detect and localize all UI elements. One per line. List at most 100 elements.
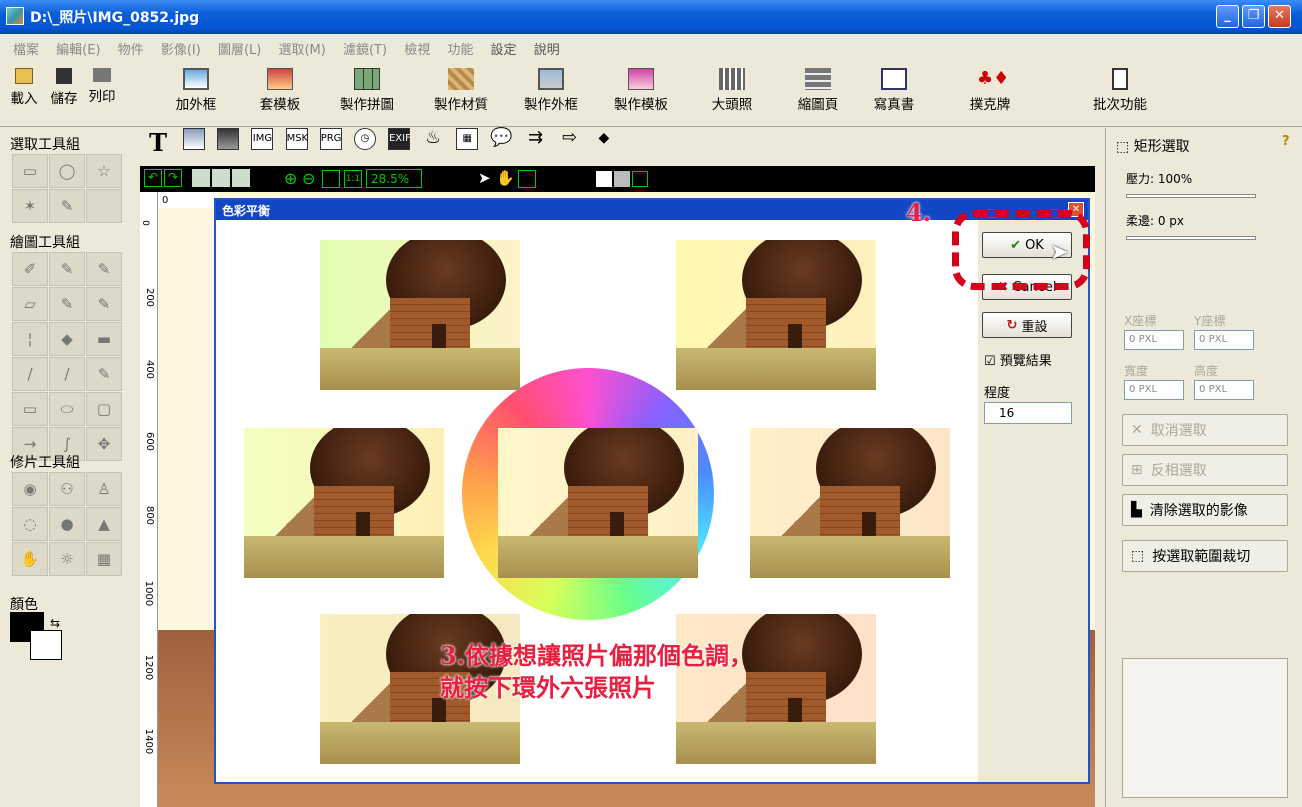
menu-function[interactable]: 功能 bbox=[447, 39, 473, 58]
menu-layer[interactable]: 圖層(L) bbox=[218, 39, 261, 58]
cake-icon[interactable]: ♨ bbox=[422, 128, 444, 150]
paste-icon[interactable] bbox=[232, 169, 250, 187]
degree-input[interactable]: 16 bbox=[984, 402, 1072, 424]
menu-help[interactable]: 說明 bbox=[534, 39, 560, 58]
id-photo-button[interactable]: 大頭照 bbox=[704, 68, 760, 113]
freehand-select-tool[interactable]: ✎ bbox=[49, 189, 85, 223]
pencil-tool[interactable]: / bbox=[12, 357, 48, 391]
img-icon[interactable]: IMG bbox=[251, 128, 274, 150]
smudge-tool[interactable]: ✎ bbox=[49, 287, 85, 321]
clock-icon[interactable]: ◷ bbox=[353, 128, 376, 150]
layer-icon[interactable] bbox=[217, 128, 240, 150]
poker-button[interactable]: ♣♦ 撲克牌 bbox=[960, 68, 1020, 113]
clear-selection-button[interactable]: ▙ 清除選取的影像 bbox=[1122, 494, 1288, 526]
prg-icon[interactable]: PRG bbox=[319, 128, 342, 150]
hand-icon[interactable]: ✋ bbox=[496, 169, 515, 187]
menu-settings[interactable]: 設定 bbox=[491, 39, 517, 58]
calendar-icon[interactable]: ▦ bbox=[456, 128, 479, 150]
arrow-shape-icon[interactable]: ⇨ bbox=[559, 128, 581, 150]
menu-object[interactable]: 物件 bbox=[118, 39, 144, 58]
crop-selection-button[interactable]: ⬚ 按選取範圍裁切 bbox=[1122, 540, 1288, 572]
w-input[interactable]: 0 PXL bbox=[1124, 380, 1184, 400]
frame-button[interactable]: 加外框 bbox=[166, 68, 226, 113]
texture-button[interactable]: 製作材質 bbox=[424, 68, 498, 113]
gray-swatch[interactable] bbox=[614, 171, 630, 187]
move-tool[interactable]: ✥ bbox=[86, 427, 122, 461]
eyedropper-tool[interactable]: ✎ bbox=[86, 357, 122, 391]
marker-tool[interactable]: ✎ bbox=[86, 252, 122, 286]
zoom-in-icon[interactable]: ⊕ bbox=[284, 169, 297, 188]
exif-icon[interactable]: EXIF bbox=[387, 128, 411, 150]
thumbnail-button[interactable]: 縮圖頁 bbox=[790, 68, 846, 113]
open-button[interactable]: 載入 bbox=[6, 68, 42, 107]
lasso-tool[interactable]: ☆ bbox=[86, 154, 122, 188]
menu-select[interactable]: 選取(M) bbox=[278, 39, 325, 58]
make-template-button[interactable]: 製作模板 bbox=[604, 68, 678, 113]
menu-file[interactable]: 檔案 bbox=[13, 39, 39, 58]
zoom-level[interactable]: 28.5% bbox=[366, 169, 422, 188]
background-color[interactable] bbox=[30, 630, 62, 660]
menu-edit[interactable]: 編輯(E) bbox=[56, 39, 100, 58]
print-button[interactable]: 列印 bbox=[84, 68, 120, 105]
speech-bubble-icon[interactable]: 💬 bbox=[490, 128, 512, 150]
x-input[interactable]: 0 PXL bbox=[1124, 330, 1184, 350]
help-icon[interactable]: ? bbox=[1282, 134, 1290, 149]
blur-tool[interactable]: ✎ bbox=[86, 287, 122, 321]
restore-button[interactable]: ❐ bbox=[1242, 5, 1265, 28]
preview-photo-middle-right[interactable] bbox=[750, 428, 950, 578]
y-input[interactable]: 0 PXL bbox=[1194, 330, 1254, 350]
h-input[interactable]: 0 PXL bbox=[1194, 380, 1254, 400]
menu-image[interactable]: 影像(I) bbox=[161, 39, 201, 58]
rect-fill-tool[interactable]: ▬ bbox=[86, 322, 122, 356]
eraser-tool[interactable]: ▱ bbox=[12, 287, 48, 321]
swap-colors-icon[interactable]: ⇆ bbox=[50, 616, 60, 630]
collage-button[interactable]: 製作拼圖 bbox=[330, 68, 404, 113]
fit-icon[interactable] bbox=[322, 170, 340, 188]
close-button[interactable]: ✕ bbox=[1268, 5, 1291, 28]
zoom-out-icon[interactable]: ⊖ bbox=[302, 169, 315, 188]
brush-tool[interactable]: ✐ bbox=[12, 252, 48, 286]
line-tool[interactable]: / bbox=[49, 357, 85, 391]
cut-icon[interactable] bbox=[212, 169, 230, 187]
clone-tool[interactable]: ⚇ bbox=[49, 472, 85, 506]
round-rect-tool[interactable]: ▢ bbox=[86, 392, 122, 426]
sharpen-tool[interactable]: ▲ bbox=[86, 507, 122, 541]
rect-tool[interactable]: ▭ bbox=[12, 392, 48, 426]
redo-icon[interactable]: ↷ bbox=[164, 169, 182, 187]
actual-size-icon[interactable]: 1:1 bbox=[344, 170, 362, 188]
preview-photo-top-left[interactable] bbox=[320, 240, 520, 390]
ellipse-select-tool[interactable]: ◯ bbox=[49, 154, 85, 188]
magic-wand-tool[interactable]: ✶ bbox=[12, 189, 48, 223]
menu-view[interactable]: 檢視 bbox=[404, 39, 430, 58]
airbrush-tool[interactable]: ✎ bbox=[49, 252, 85, 286]
menu-filter[interactable]: 濾鏡(T) bbox=[343, 39, 387, 58]
pressure-slider[interactable] bbox=[1126, 194, 1256, 198]
preview-checkbox[interactable]: ☑ 預覽結果 bbox=[984, 350, 1052, 369]
align-icon[interactable]: ⇉ bbox=[525, 128, 547, 150]
pointer-icon[interactable]: ➤ bbox=[478, 169, 491, 187]
redeye-tool[interactable]: ◉ bbox=[12, 472, 48, 506]
white-swatch[interactable] bbox=[596, 171, 612, 187]
photobook-button[interactable]: 寫真書 bbox=[864, 68, 924, 113]
drop-tool[interactable]: ● bbox=[49, 507, 85, 541]
feather-slider[interactable] bbox=[1126, 236, 1256, 240]
msk-icon[interactable]: MSK bbox=[285, 128, 308, 150]
save-button[interactable]: 儲存 bbox=[46, 68, 82, 107]
text-icon[interactable]: T bbox=[145, 128, 171, 157]
undo-icon[interactable]: ↶ bbox=[144, 169, 162, 187]
swatch-dropdown[interactable] bbox=[632, 171, 648, 187]
batch-button[interactable]: 批次功能 bbox=[1084, 68, 1156, 113]
text-tool[interactable]: ¦ bbox=[12, 322, 48, 356]
invert-selection-button[interactable]: ⊞ 反相選取 bbox=[1122, 454, 1288, 486]
bulb-tool[interactable]: ◌ bbox=[12, 507, 48, 541]
template-button[interactable]: 套模板 bbox=[250, 68, 310, 113]
stamp-tool[interactable]: ♙ bbox=[86, 472, 122, 506]
select-view-icon[interactable] bbox=[518, 170, 536, 188]
reset-button[interactable]: ↻ 重設 bbox=[982, 312, 1072, 338]
patch-tool[interactable]: ▦ bbox=[86, 542, 122, 576]
shapes-icon[interactable]: ◆ bbox=[593, 128, 615, 150]
minimize-button[interactable]: _ bbox=[1216, 5, 1239, 28]
cancel-selection-button[interactable]: ✕ 取消選取 bbox=[1122, 414, 1288, 446]
preview-photo-top-right[interactable] bbox=[676, 240, 876, 390]
fill-tool[interactable]: ◆ bbox=[49, 322, 85, 356]
